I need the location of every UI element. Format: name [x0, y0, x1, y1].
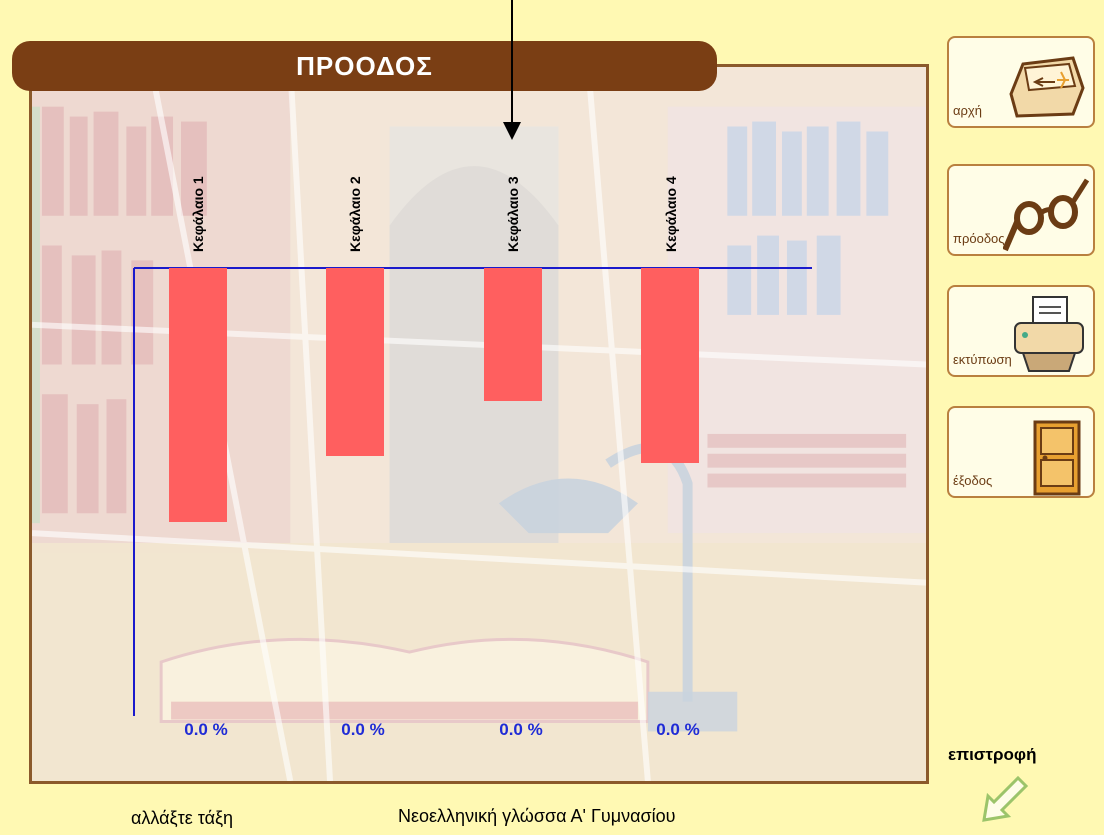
back-arrow-icon[interactable]: [978, 774, 1030, 826]
bar-4: [641, 268, 699, 463]
value-label-2: 0.0 %: [341, 720, 385, 739]
exit-label: έξοδος: [953, 473, 993, 488]
glasses-icon: [1003, 178, 1089, 252]
door-icon: [1033, 420, 1081, 496]
print-label: εκτύπωση: [953, 352, 1012, 367]
category-label-1: Κεφάλαιο 1: [190, 176, 206, 252]
progress-label: πρόοδος: [953, 231, 1005, 246]
bar-2: [326, 268, 384, 456]
category-label-2: Κεφάλαιο 2: [347, 176, 363, 252]
bar-3: [484, 268, 542, 401]
print-button[interactable]: εκτύπωση: [947, 285, 1095, 377]
page-title: ΠΡΟΟΔΟΣ: [12, 41, 717, 91]
course-title: Νεοελληνική γλώσσα Α' Γυμνασίου: [398, 806, 676, 826]
category-label-4: Κεφάλαιο 4: [663, 176, 679, 252]
bar-1: [169, 268, 227, 522]
value-label-4: 0.0 %: [656, 720, 700, 739]
printer-icon: [1014, 296, 1084, 372]
category-label-3: Κεφάλαιο 3: [505, 176, 521, 252]
value-label-3: 0.0 %: [499, 720, 543, 739]
exit-button[interactable]: έξοδος: [947, 406, 1095, 498]
home-label: αρχή: [953, 103, 982, 118]
value-label-1: 0.0 %: [184, 720, 228, 739]
home-button[interactable]: αρχή: [947, 36, 1095, 128]
keyboard-key-icon: [1009, 56, 1085, 118]
progress-button[interactable]: πρόοδος: [947, 164, 1095, 256]
progress-panel: [29, 64, 929, 784]
change-class-link[interactable]: αλλάξτε τάξη: [131, 808, 233, 829]
return-label[interactable]: επιστροφή: [948, 745, 1036, 765]
library-background-illustration: [32, 67, 926, 781]
